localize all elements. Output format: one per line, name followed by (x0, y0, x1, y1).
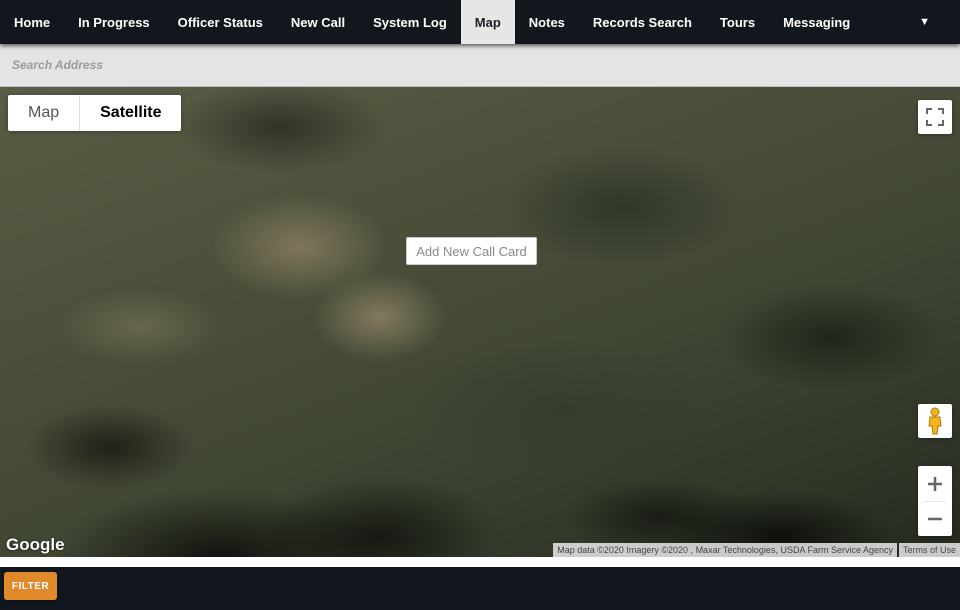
zoom-out-button[interactable] (918, 501, 952, 536)
map-type-satellite-button[interactable]: Satellite (79, 95, 182, 131)
nav-item-map[interactable]: Map (460, 0, 515, 44)
terms-of-use-link[interactable]: Terms of Use (898, 543, 960, 557)
nav-item-tours[interactable]: Tours (706, 0, 769, 44)
satellite-map[interactable]: Map Satellite Add New Call Card Google M… (0, 87, 960, 557)
caret-down-icon[interactable]: ▼ (905, 0, 960, 44)
nav-item-officer-status[interactable]: Officer Status (164, 0, 277, 44)
map-type-control: Map Satellite (8, 95, 182, 131)
zoom-in-button[interactable] (918, 466, 952, 501)
footer-bar: FILTER (0, 567, 960, 610)
search-bar (0, 44, 960, 87)
add-new-call-card-button[interactable]: Add New Call Card (406, 237, 537, 265)
nav-item-system-log[interactable]: System Log (359, 0, 461, 44)
nav-item-messaging[interactable]: Messaging (769, 0, 864, 44)
attribution-text: Map data ©2020 Imagery ©2020 , Maxar Tec… (553, 543, 897, 557)
top-nav: Home In Progress Officer Status New Call… (0, 0, 960, 44)
zoom-control (918, 466, 952, 536)
zoom-divider (924, 501, 946, 502)
fullscreen-button[interactable] (918, 100, 952, 134)
nav-item-records-search[interactable]: Records Search (579, 0, 706, 44)
street-view-button[interactable] (918, 404, 952, 438)
fullscreen-icon (926, 108, 944, 126)
footer-divider (0, 557, 960, 567)
search-address-input[interactable] (0, 44, 960, 86)
nav-item-home[interactable]: Home (0, 0, 64, 44)
plus-icon (928, 476, 942, 491)
google-logo: Google (6, 535, 65, 554)
nav-item-in-progress[interactable]: In Progress (64, 0, 164, 44)
nav-item-notes[interactable]: Notes (515, 0, 579, 44)
minus-icon (928, 517, 942, 520)
nav-item-new-call[interactable]: New Call (277, 0, 359, 44)
pegman-icon (928, 407, 942, 435)
map-attribution: Map data ©2020 Imagery ©2020 , Maxar Tec… (553, 543, 960, 557)
map-type-map-button[interactable]: Map (8, 95, 80, 131)
filter-button[interactable]: FILTER (4, 572, 57, 600)
